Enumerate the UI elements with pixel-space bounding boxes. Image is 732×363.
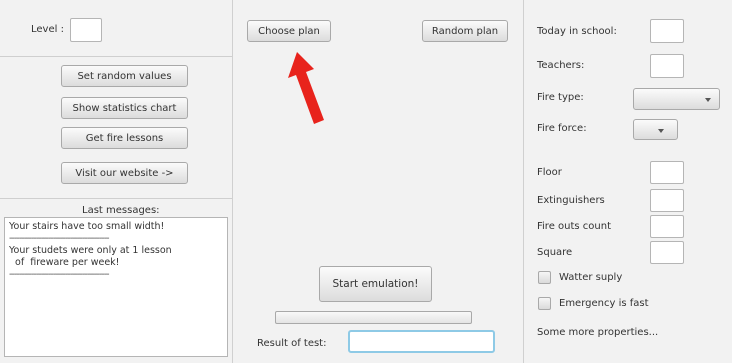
set-random-values-button[interactable]: Set random values xyxy=(61,65,188,87)
fire-type-label: Fire type: xyxy=(537,92,584,103)
fire-outs-count-label: Fire outs count xyxy=(537,221,612,232)
choose-plan-button[interactable]: Choose plan xyxy=(247,20,331,42)
show-statistics-chart-button[interactable]: Show statistics chart xyxy=(61,97,188,119)
divider xyxy=(0,198,232,199)
result-of-test-field[interactable] xyxy=(348,330,495,353)
message-line: Your stairs have too small width! xyxy=(9,221,165,232)
level-input[interactable] xyxy=(70,18,102,42)
teachers-label: Teachers: xyxy=(537,60,585,71)
random-plan-button[interactable]: Random plan xyxy=(422,20,508,42)
start-emulation-button[interactable]: Start emulation! xyxy=(319,266,432,302)
extinguishers-label: Extinguishers xyxy=(537,195,605,206)
get-fire-lessons-button[interactable]: Get fire lessons xyxy=(61,127,188,149)
emergency-is-fast-label: Emergency is fast xyxy=(559,298,649,309)
floor-label: Floor xyxy=(537,167,562,178)
fire-force-dropdown[interactable] xyxy=(633,119,678,140)
extinguishers-input[interactable] xyxy=(650,189,684,212)
progress-bar xyxy=(275,311,472,324)
teachers-input[interactable] xyxy=(650,54,684,78)
visit-website-button[interactable]: Visit our website -> xyxy=(61,162,188,184)
message-separator: ----------------------------------------… xyxy=(9,269,110,280)
water-supply-checkbox[interactable] xyxy=(538,271,551,284)
fire-type-dropdown[interactable] xyxy=(633,88,720,110)
fire-force-label: Fire force: xyxy=(537,123,587,134)
result-of-test-label: Result of test: xyxy=(257,338,327,349)
message-line: Your studets were only at 1 lesson xyxy=(9,245,172,256)
floor-input[interactable] xyxy=(650,161,684,184)
message-separator: ----------------------------------------… xyxy=(9,233,110,244)
level-label: Level : xyxy=(31,24,64,35)
last-messages-title: Last messages: xyxy=(82,205,160,216)
today-in-school-label: Today in school: xyxy=(537,26,617,37)
square-input[interactable] xyxy=(650,241,684,264)
chevron-down-icon xyxy=(658,129,664,133)
message-line: of fireware per week! xyxy=(9,257,120,268)
divider xyxy=(0,56,232,57)
right-panel: Today in school: Teachers: Fire type: Fi… xyxy=(525,0,732,363)
messages-box[interactable]: Your stairs have too small width! ------… xyxy=(4,217,228,357)
chevron-down-icon xyxy=(705,98,711,102)
water-supply-label: Watter suply xyxy=(559,272,623,283)
today-in-school-input[interactable] xyxy=(650,19,684,43)
red-arrow-annotation xyxy=(288,52,324,124)
more-properties-link[interactable]: Some more properties... xyxy=(537,327,658,338)
left-panel: Level : Set random values Show statistic… xyxy=(0,0,233,363)
square-label: Square xyxy=(537,247,573,258)
fire-outs-count-input[interactable] xyxy=(650,215,684,238)
center-panel: Choose plan Random plan Start emulation!… xyxy=(233,0,524,363)
emergency-is-fast-checkbox[interactable] xyxy=(538,297,551,310)
